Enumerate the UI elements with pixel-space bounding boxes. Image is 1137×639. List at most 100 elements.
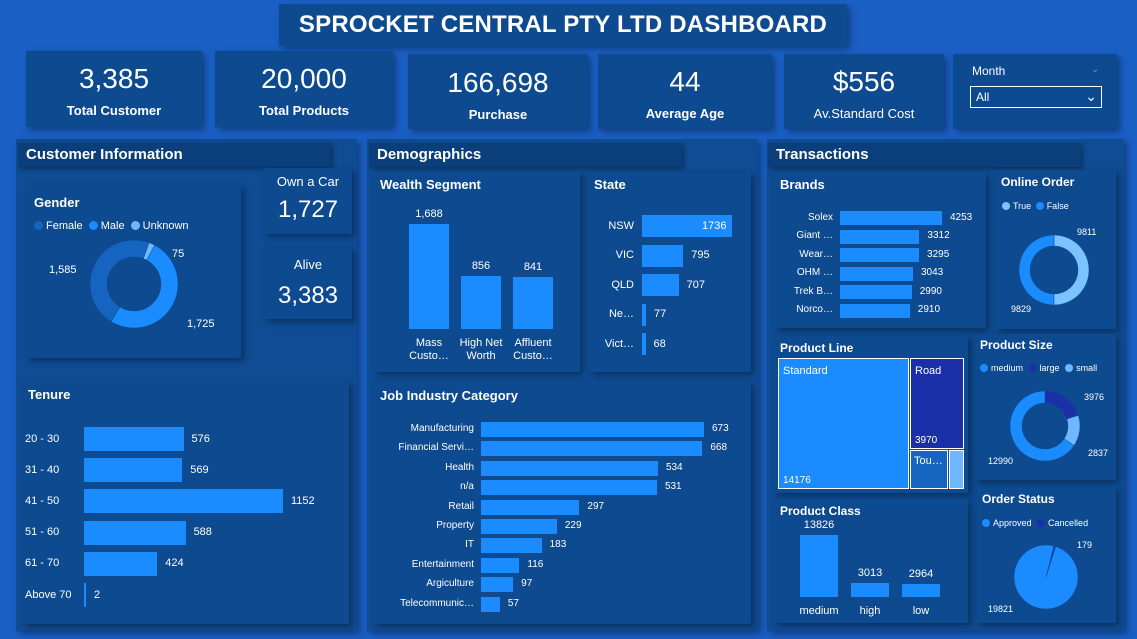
kpi-value: 44 [669,66,701,97]
state-bar[interactable] [642,333,646,355]
job-value-label: 531 [664,481,682,493]
size-label-large: 3976 [1084,392,1105,402]
alive-card: Alive 3,383 [264,247,352,319]
treemap-road[interactable]: Road 3970 [910,358,964,449]
tenure-category-label: 41 - 50 [25,494,60,507]
job-bar[interactable] [481,519,557,534]
job-category-label: Telecommunic… [400,597,474,609]
job-bar[interactable] [481,577,514,593]
tenure-bar[interactable] [84,489,283,514]
tenure-value-label: 576 [191,432,210,445]
brand-bar[interactable] [840,229,920,244]
tenure-category-label: 31 - 40 [25,463,60,476]
wealth-category-label: High Net Worth [459,337,503,362]
brand-bar[interactable] [840,266,913,281]
state-bar[interactable] [642,303,646,326]
job-value-label: 57 [507,597,519,609]
job-value-label: 297 [587,500,605,512]
treemap-standard[interactable]: Standard 14176 [778,358,909,489]
brand-bar[interactable] [840,248,920,262]
status-slice-approved[interactable] [1013,544,1079,610]
job-bar[interactable] [481,441,703,457]
class-bar[interactable] [902,583,940,597]
state-category-label: QLD [611,278,634,291]
job-category-label: Property [436,520,474,531]
job-category-label: Manufacturing [410,423,474,434]
transactions-header: Transactions [768,143,1081,167]
wealth-value-label: 841 [523,260,543,273]
job-bar[interactable] [481,596,500,612]
state-bar[interactable] [642,244,684,267]
size-label-small: 2837 [1088,448,1109,458]
state-value-label: 1736 [702,219,727,232]
tenure-bar[interactable] [84,520,186,545]
wealth-bar[interactable] [409,224,449,329]
kpi-total-customer: 3,385 Total Customer [26,51,202,127]
tenure-title: Tenure [28,387,71,402]
product-line-title: Product Line [780,341,854,355]
tenure-bar[interactable] [84,583,86,607]
state-value-label: 795 [691,249,710,261]
class-category-label: low [912,605,930,617]
class-category-label: high [859,605,881,617]
job-value-label: 668 [710,442,728,454]
online-order-card: Online Order True False 9811 9829 [996,170,1116,329]
class-bar[interactable] [851,583,889,597]
brand-bar[interactable] [840,303,910,318]
alive-label: Alive [293,257,323,272]
state-title: State [594,177,626,192]
tenure-bar[interactable] [84,427,184,451]
tenure-value-label: 588 [193,526,212,539]
product-class-card: Product Class 13826 medium 3013 high 2964 low [774,499,968,623]
tenure-bar[interactable] [84,458,183,483]
job-bar[interactable] [481,460,658,476]
kpi-total-products: 20,000 Total Products [215,51,393,127]
size-slice-large[interactable] [1044,390,1079,420]
state-value-label: 77 [653,308,667,320]
kpi-label: Av.Standard Cost [813,106,915,121]
treemap-standard-name: Standard [783,365,828,377]
online-slice-true[interactable] [1053,234,1090,306]
brand-category-label: OHM … [796,267,833,278]
product-line-card: Product Line Standard 14176 Road 3970 To… [774,336,968,493]
brand-bar[interactable] [840,285,912,299]
job-title: Job Industry Category [380,388,518,403]
online-label-false: 9829 [1011,304,1032,314]
brand-bar[interactable] [840,211,942,225]
kpi-label: Total Customer [66,103,162,118]
tenure-bar[interactable] [84,551,158,576]
own-car-value: 1,727 [277,196,339,223]
wealth-bar[interactable] [461,275,501,329]
kpi-value: 166,698 [447,67,549,98]
kpi-label: Total Products [258,103,350,118]
own-car-card: Own a Car 1,727 [264,168,352,234]
class-bar[interactable] [800,535,838,597]
job-value-label: 229 [564,520,582,531]
job-bar[interactable] [481,538,542,554]
online-slice-false[interactable] [1018,234,1055,306]
size-label-medium: 12990 [988,456,1014,466]
kpi-value: 20,000 [261,63,347,94]
month-dropdown-value: All [976,90,990,104]
brand-category-label: Norco… [796,304,833,315]
job-bar[interactable] [481,480,657,496]
filter-collapse-icon[interactable]: ⌄ [1091,64,1099,75]
kpi-value: $556 [832,66,896,97]
month-dropdown[interactable]: All ⌄ [970,86,1102,108]
tenure-card: Tenure 20 - 30 576 31 - 40 569 41 - 50 1152 51… [23,381,349,624]
brand-value-label: 3295 [927,248,950,260]
kpi-purchase: 166,698 Purchase [408,54,588,129]
treemap-other[interactable] [949,450,964,489]
state-bar[interactable] [642,274,679,296]
job-bar[interactable] [481,422,704,437]
job-value-label: 183 [549,539,567,551]
job-bar[interactable] [481,499,580,515]
brand-category-label: Wear… [799,248,833,260]
wealth-title: Wealth Segment [380,177,481,192]
wealth-bar[interactable] [513,276,553,329]
tenure-category-label: 51 - 60 [25,526,60,539]
treemap-touring[interactable]: Tou… [910,450,948,489]
treemap-standard-value: 14176 [783,475,811,486]
job-bar[interactable] [481,557,520,573]
job-value-label: 97 [521,578,533,590]
